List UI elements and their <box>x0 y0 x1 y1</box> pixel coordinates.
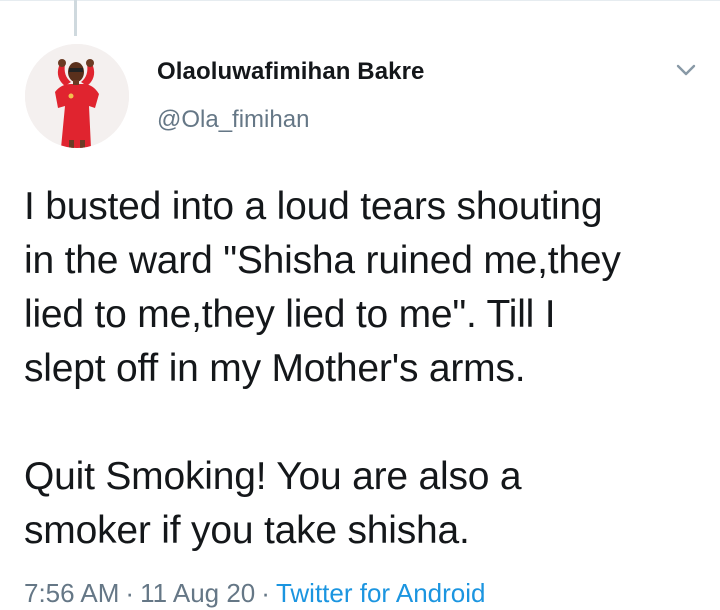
author-name[interactable]: Olaoluwafimihan Bakre <box>157 58 425 86</box>
meta-separator: · <box>261 578 270 608</box>
meta-separator: · <box>125 578 135 608</box>
avatar[interactable] <box>25 44 129 148</box>
tweet-time[interactable]: 7:56 AM <box>24 578 119 608</box>
author-handle[interactable]: @Ola_fimihan <box>157 106 309 134</box>
tweet-metadata: 7:56 AM · 11 Aug 20 · Twitter for Android <box>24 578 485 609</box>
top-divider <box>0 0 720 1</box>
tweet-date[interactable]: 11 Aug 20 <box>140 578 255 608</box>
avatar-image <box>25 44 129 148</box>
thread-connector-line <box>74 0 77 36</box>
tweet-source-link[interactable]: Twitter for Android <box>276 578 486 608</box>
chevron-down-icon[interactable] <box>672 56 700 84</box>
tweet-text: I busted into a loud tears shouting in t… <box>24 185 621 552</box>
